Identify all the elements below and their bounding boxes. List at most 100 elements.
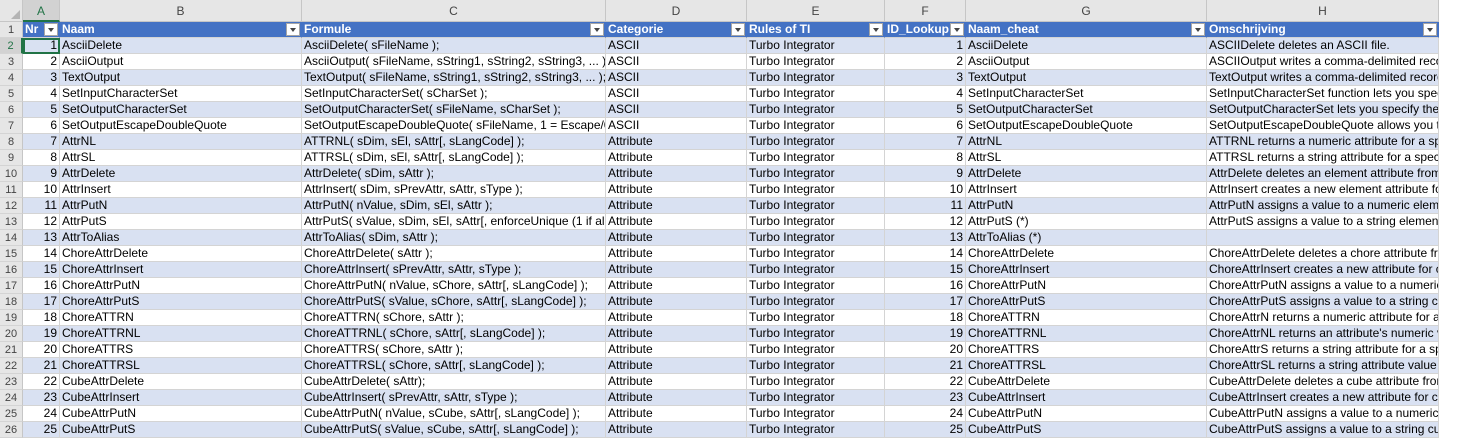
filter-dropdown-icon[interactable] (1423, 23, 1437, 36)
header-cell-omschrijving[interactable]: Omschrijving (1207, 22, 1439, 38)
cell-categorie[interactable]: Attribute (606, 134, 747, 150)
cell-naam-cheat[interactable]: ChoreATTRNL (966, 326, 1207, 342)
cell-rules-of-ti[interactable]: Turbo Integrator (747, 422, 885, 438)
cell-formule[interactable]: SetOutputEscapeDoubleQuote( sFileName, 1… (302, 118, 606, 134)
cell-omschrijving[interactable]: ASCIIDelete deletes an ASCII file. (1207, 38, 1439, 54)
cell-omschrijving[interactable]: AttrPutS assigns a value to a string ele… (1207, 214, 1439, 230)
cell-omschrijving[interactable]: TextOutput writes a comma-delimited reco… (1207, 70, 1439, 86)
cell-rules-of-ti[interactable]: Turbo Integrator (747, 390, 885, 406)
cell-formule[interactable]: ATTRSL( sDim, sEl, sAttr[, sLangCode] ); (302, 150, 606, 166)
cell-categorie[interactable]: Attribute (606, 342, 747, 358)
column-letter-e[interactable]: E (747, 0, 885, 22)
cell-omschrijving[interactable]: AttrPutN assigns a value to a numeric el… (1207, 198, 1439, 214)
cell-formule[interactable]: CubeAttrInsert( sPrevAttr, sAttr, sType … (302, 390, 606, 406)
filter-dropdown-icon[interactable] (44, 23, 58, 36)
cell-id-lookup[interactable]: 25 (885, 422, 966, 438)
cell-id-lookup[interactable]: 15 (885, 262, 966, 278)
cell-rules-of-ti[interactable]: Turbo Integrator (747, 294, 885, 310)
cell-nr[interactable]: 16 (23, 278, 60, 294)
row-number[interactable]: 1 (0, 22, 23, 38)
filter-dropdown-icon[interactable] (869, 23, 883, 36)
cell-rules-of-ti[interactable]: Turbo Integrator (747, 102, 885, 118)
cell-naam-cheat[interactable]: AsciiDelete (966, 38, 1207, 54)
cell-rules-of-ti[interactable]: Turbo Integrator (747, 198, 885, 214)
row-number[interactable]: 4 (0, 70, 23, 86)
cell-formule[interactable]: TextOutput( sFileName, sString1, sString… (302, 70, 606, 86)
cell-categorie[interactable]: ASCII (606, 70, 747, 86)
cell-formule[interactable]: CubeAttrPutS( sValue, sCube, sAttr[, sLa… (302, 422, 606, 438)
row-number[interactable]: 11 (0, 182, 23, 198)
cell-nr[interactable]: 15 (23, 262, 60, 278)
cell-rules-of-ti[interactable]: Turbo Integrator (747, 342, 885, 358)
cell-naam[interactable]: AttrToAlias (60, 230, 302, 246)
cell-naam[interactable]: AttrPutN (60, 198, 302, 214)
cell-categorie[interactable]: ASCII (606, 102, 747, 118)
row-number[interactable]: 5 (0, 86, 23, 102)
cell-nr[interactable]: 8 (23, 150, 60, 166)
cell-nr[interactable]: 14 (23, 246, 60, 262)
cell-omschrijving[interactable]: ASCIIOutput writes a comma-delimited rec… (1207, 54, 1439, 70)
cell-rules-of-ti[interactable]: Turbo Integrator (747, 326, 885, 342)
column-letter-h[interactable]: H (1207, 0, 1439, 22)
cell-nr[interactable]: 17 (23, 294, 60, 310)
cell-id-lookup[interactable]: 1 (885, 38, 966, 54)
cell-rules-of-ti[interactable]: Turbo Integrator (747, 214, 885, 230)
column-letter-b[interactable]: B (60, 0, 302, 22)
cell-nr[interactable]: 12 (23, 214, 60, 230)
cell-nr[interactable]: 7 (23, 134, 60, 150)
cell-rules-of-ti[interactable]: Turbo Integrator (747, 118, 885, 134)
cell-naam-cheat[interactable]: ChoreAttrPutS (966, 294, 1207, 310)
filter-dropdown-icon[interactable] (731, 23, 745, 36)
header-cell-naam[interactable]: Naam (60, 22, 302, 38)
cell-rules-of-ti[interactable]: Turbo Integrator (747, 358, 885, 374)
cell-id-lookup[interactable]: 11 (885, 198, 966, 214)
cell-nr[interactable]: 5 (23, 102, 60, 118)
cell-categorie[interactable]: ASCII (606, 118, 747, 134)
cell-id-lookup[interactable]: 24 (885, 406, 966, 422)
cell-naam-cheat[interactable]: AttrSL (966, 150, 1207, 166)
cell-rules-of-ti[interactable]: Turbo Integrator (747, 54, 885, 70)
cell-nr[interactable]: 3 (23, 70, 60, 86)
cell-rules-of-ti[interactable]: Turbo Integrator (747, 150, 885, 166)
cell-formule[interactable]: AttrPutN( nValue, sDim, sEl, sAttr ); (302, 198, 606, 214)
cell-rules-of-ti[interactable]: Turbo Integrator (747, 38, 885, 54)
cell-formule[interactable]: ChoreAttrInsert( sPrevAttr, sAttr, sType… (302, 262, 606, 278)
cell-formule[interactable]: ATTRNL( sDim, sEl, sAttr[, sLangCode] ); (302, 134, 606, 150)
cell-omschrijving[interactable]: AttrDelete deletes an element attribute … (1207, 166, 1439, 182)
cell-naam[interactable]: ChoreATTRS (60, 342, 302, 358)
cell-formule[interactable]: CubeAttrDelete( sAttr); (302, 374, 606, 390)
filter-dropdown-icon[interactable] (950, 23, 964, 36)
cell-id-lookup[interactable]: 16 (885, 278, 966, 294)
cell-nr[interactable]: 22 (23, 374, 60, 390)
cell-nr[interactable]: 18 (23, 310, 60, 326)
cell-id-lookup[interactable]: 12 (885, 214, 966, 230)
cell-naam-cheat[interactable]: SetInputCharacterSet (966, 86, 1207, 102)
cell-naam-cheat[interactable]: AttrToAlias (*) (966, 230, 1207, 246)
cell-omschrijving[interactable]: SetOutputEscapeDoubleQuote allows you to (1207, 118, 1439, 134)
cell-naam-cheat[interactable]: CubeAttrDelete (966, 374, 1207, 390)
cell-rules-of-ti[interactable]: Turbo Integrator (747, 262, 885, 278)
cell-omschrijving[interactable]: ChoreAttrPutN assigns a value to a numer… (1207, 278, 1439, 294)
row-number[interactable]: 7 (0, 118, 23, 134)
row-number[interactable]: 23 (0, 374, 23, 390)
cell-nr[interactable]: 19 (23, 326, 60, 342)
cell-naam-cheat[interactable]: AsciiOutput (966, 54, 1207, 70)
cell-naam-cheat[interactable]: ChoreATTRSL (966, 358, 1207, 374)
cell-nr[interactable]: 4 (23, 86, 60, 102)
cell-nr[interactable]: 21 (23, 358, 60, 374)
row-number[interactable]: 8 (0, 134, 23, 150)
cell-naam[interactable]: ChoreATTRSL (60, 358, 302, 374)
cell-categorie[interactable]: Attribute (606, 406, 747, 422)
row-number[interactable]: 19 (0, 310, 23, 326)
row-number[interactable]: 15 (0, 246, 23, 262)
cell-categorie[interactable]: Attribute (606, 310, 747, 326)
cell-naam[interactable]: CubeAttrPutS (60, 422, 302, 438)
cell-categorie[interactable]: Attribute (606, 358, 747, 374)
cell-naam[interactable]: CubeAttrPutN (60, 406, 302, 422)
filter-dropdown-icon[interactable] (590, 23, 604, 36)
row-number[interactable]: 10 (0, 166, 23, 182)
cell-omschrijving[interactable]: ChoreAttrSL returns a string attribute v… (1207, 358, 1439, 374)
cell-categorie[interactable]: Attribute (606, 214, 747, 230)
cell-naam-cheat[interactable]: AttrDelete (966, 166, 1207, 182)
cell-formule[interactable]: AsciiDelete( sFileName ); (302, 38, 606, 54)
